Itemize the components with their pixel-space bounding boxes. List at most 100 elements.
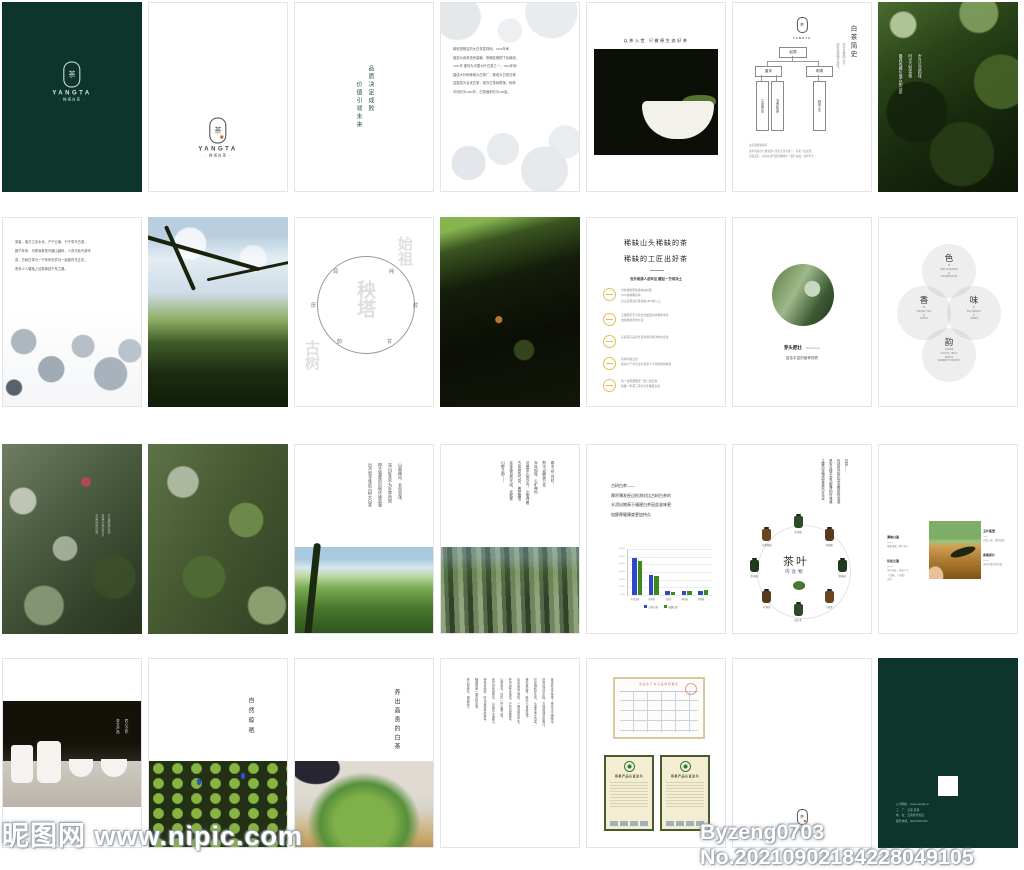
nurture-title: 养出高贵的白茶 bbox=[393, 689, 399, 752]
brand-latin: YANGTA bbox=[792, 36, 812, 40]
ring-char: 厚 bbox=[311, 303, 317, 309]
nipic-site-name: 昵图网 bbox=[2, 821, 86, 851]
old-trees-photo bbox=[441, 547, 579, 633]
front-cover-page: 茶 YANGTA - 秧塔白茶 - bbox=[2, 2, 142, 192]
faint-calligraphy-tr: 始祖 bbox=[396, 236, 412, 266]
history-paragraph: 秧塔是驰名的大白茶发祥地，1840年间 被选为贡茶进贡皇朝，受朝廷眷顾下旨栽培，… bbox=[453, 47, 519, 94]
faded-painting-top bbox=[441, 3, 579, 49]
certificate-text-lines bbox=[666, 780, 704, 808]
gridline bbox=[628, 595, 712, 596]
stem-shape bbox=[304, 542, 321, 633]
gridline bbox=[628, 549, 712, 550]
brochure-row-2: 茶者，南方之嘉木也，产于云南，兴于茶马古道， 数千年来，马帮驮着茶叶翻山越岭，人… bbox=[0, 217, 1024, 407]
withering-vertical-text: 时光雕琢的痕迹 慢慢沉淀的是岁月 也是自然的馈赠 bbox=[94, 514, 111, 537]
venn-circle-charm: 韵 滋味醇厚 回甘生津、喉韵凉 喝后舒适 体感通畅茶气足韵味悠长 bbox=[922, 328, 976, 382]
brand-logo: 茶 YANGTA - 秧塔白茶 - bbox=[52, 61, 91, 102]
scarcity-title-1: 稀缺山头稀缺的茶 bbox=[624, 239, 688, 247]
x-axis-label: 茶多酚 bbox=[648, 599, 655, 601]
brief-history-notes: 白茶属微发酵茶 文中说起自七修迤西以景谷之茶为第一，有着「白龙须」 贡品美名，白… bbox=[749, 144, 814, 159]
brand-cn: - 秧塔白茶 - bbox=[204, 153, 232, 158]
leaf-cluster-icon bbox=[793, 581, 805, 590]
bud-caption: 芽头肥壮 Buds fatness 富含丰富的营养物质 bbox=[733, 336, 871, 361]
jar-icon: 茶多酚 bbox=[793, 514, 803, 534]
license-document: 食品生产许可品种明细表 bbox=[613, 677, 705, 739]
legend-item: 古树白茶 bbox=[643, 605, 658, 609]
comparison-text: 古树白茶—— 厚积薄发经过检测对比古树白茶的 水浸出物高于福建白茶因此滋味更 加… bbox=[611, 483, 671, 517]
script-vertical-text: 且来煮水烹茶吧！茶无水不相融洽， 好茶还须好水配，方得滋味甘醇爽口， 甘泉相和好… bbox=[466, 678, 555, 729]
annotation-en: Nature bbox=[983, 559, 990, 562]
sun-dry-title: 自然晾晒 bbox=[247, 697, 253, 737]
tea-horse-road-illustration bbox=[3, 314, 141, 406]
chart-plot-area bbox=[627, 549, 712, 596]
nipic-site-url: www.nipic.com bbox=[94, 821, 304, 851]
teacup-shape bbox=[37, 741, 61, 783]
venn-label: 香 bbox=[919, 295, 929, 305]
bar-古树白茶 bbox=[665, 591, 670, 595]
jar-icon: 维生素 bbox=[793, 602, 803, 622]
y-axis-tick: 20.0% bbox=[618, 578, 625, 581]
bar-group bbox=[665, 591, 675, 595]
annotation-title: 满披白毫 bbox=[887, 535, 900, 540]
y-axis-tick: 60.0% bbox=[618, 548, 625, 550]
spreading-leaves-photo bbox=[295, 761, 433, 847]
certificate-title: 有机产品认证证书 bbox=[614, 774, 643, 778]
bar-福建白茶 bbox=[670, 591, 675, 595]
venn-label: 色 bbox=[944, 253, 954, 263]
jar-icon: 咖啡碱 bbox=[837, 558, 847, 578]
brand-cn: - 秧塔白茶 - bbox=[58, 97, 86, 102]
mountain-icon bbox=[603, 288, 616, 301]
annotation-desc: 未经炒揉自然天成 bbox=[983, 563, 1003, 567]
connector-line bbox=[767, 61, 819, 62]
scarcity-subtitle: 世外桃源人迹罕至 藏起一方纯净土 bbox=[630, 277, 682, 281]
terroir-page-2: 春不过三月时， 熬不过瞬息万变， 年年知晓，心旷神怡 这是茶山的空气，小憩得着 … bbox=[440, 444, 580, 634]
annotation-jade: 玉叶般莹 Jade 品质上乘，值得品鉴 bbox=[983, 525, 1017, 548]
comparison-chart-page: 古树白茶—— 厚积薄发经过检测对比古树白茶的 水浸出物高于福建白茶因此滋味更 加… bbox=[586, 444, 726, 634]
forest-photo-page: 岁月沉淀韵味 时光方知答案 最具收藏价值古树白茶 bbox=[878, 2, 1018, 192]
annotation-title: 素雅茶片 bbox=[983, 553, 996, 558]
annotation-pekoe: 满披白毫 Pekoe 毫香显露，香气诱人 bbox=[887, 531, 927, 554]
bullet-text: 头春茶只采春分至谷雨形成汤中的变化 bbox=[621, 334, 669, 339]
bullet-text: 每一饼茶都要经一晒二捡四份 收藏一年茶三年药七年藏茶生金 bbox=[621, 378, 661, 389]
bar-group bbox=[698, 590, 708, 595]
script-text-page: 且来煮水烹茶吧！茶无水不相融洽， 好茶还须好水配，方得滋味甘醇爽口， 甘泉相和好… bbox=[440, 658, 580, 848]
annotation-desc: 品质上乘，值得品鉴 bbox=[983, 539, 1005, 543]
cups-vertical-text: 匠心之作 茶文产品 bbox=[116, 719, 129, 734]
annotation-nature: 素雅茶片 Nature 未经炒揉自然天成 bbox=[983, 549, 1017, 572]
jar-label: 咖啡碱 bbox=[838, 575, 846, 578]
slogan-line-1: 品质决定成败 bbox=[367, 65, 373, 113]
certificate-title: 有机产品认证证书 bbox=[670, 774, 699, 778]
logo-capsule-icon: 茶 bbox=[209, 117, 227, 144]
ring-char: 韵 bbox=[337, 339, 343, 345]
annotation-desc: 芽叶连枝，姿态介于 「舒展」、「含蓄」 之间 bbox=[887, 569, 909, 581]
venn-sub: 毫 毫香蜜韵干草香 陈 陈香悠长 bbox=[916, 307, 932, 321]
red-stamp-icon bbox=[685, 683, 697, 695]
jar-label: 茶多糖 bbox=[750, 575, 758, 578]
branch-shape bbox=[148, 234, 261, 272]
org-column-2: 《滇南新语》 bbox=[771, 81, 784, 131]
scarcity-page: 稀缺山头稀缺的茶 稀缺的工匠出好茶 世外桃源人迹罕至 藏起一方纯净土 景谷秧塔原… bbox=[586, 217, 726, 407]
org-branch-right-box: 明清 bbox=[806, 66, 833, 77]
certificate-logos bbox=[666, 821, 704, 826]
venn-label: 韵 bbox=[944, 337, 954, 347]
y-axis-tick: 0.0% bbox=[620, 594, 625, 596]
trunk-photo-page bbox=[440, 217, 580, 407]
x-axis-label: 儿茶素 bbox=[664, 599, 672, 601]
jar-icon: 矿物质 bbox=[762, 589, 772, 609]
contents-page: 白茶—— 历经时光陈化茶多酚愈陈愈香 是岁月赋予茶汤醇滑的好味道 主要内含物质营… bbox=[732, 444, 872, 634]
withering-photo-page-2 bbox=[148, 444, 288, 634]
venn-sub: 鲜 鲜爽甘甜回味足 甘 甘醇顺滑 bbox=[966, 307, 982, 321]
organic-seal-icon bbox=[623, 761, 635, 772]
scarcity-bullet: 远离喧嚣尘世 纯净空气孕育出令爱茶人不舍的独特味道 bbox=[603, 356, 715, 370]
bar-古树白茶 bbox=[648, 575, 653, 595]
ring-char: 纯 bbox=[389, 269, 395, 275]
jar-label: 矿物质 bbox=[763, 606, 771, 610]
nipic-watermark: 昵图网 www.nipic.com bbox=[2, 814, 303, 853]
jar-label: 儿茶素 bbox=[825, 606, 833, 610]
certificate-text-lines bbox=[610, 780, 648, 808]
annotation-en: Orchid bbox=[887, 565, 893, 568]
brand-logo: 茶 YANGTA - 秧塔白茶 - bbox=[198, 117, 237, 159]
scarcity-bullets: 景谷秧塔原始森林古树茶 97%森林覆盖率 高山云雾出好茶海拔1800米以上 土壤… bbox=[603, 288, 715, 401]
bullet-text: 景谷秧塔原始森林古树茶 97%森林覆盖率 高山云雾出好茶海拔1800米以上 bbox=[621, 288, 661, 303]
scarcity-bullet: 每一饼茶都要经一晒二捡四份 收藏一年茶三年药七年藏茶生金 bbox=[603, 378, 715, 392]
terroir2-vertical-text: 春不过三月时， 熬不过瞬息万变， 年年知晓，心旷神怡 这是茶山的空气，小憩得着 … bbox=[501, 461, 555, 505]
